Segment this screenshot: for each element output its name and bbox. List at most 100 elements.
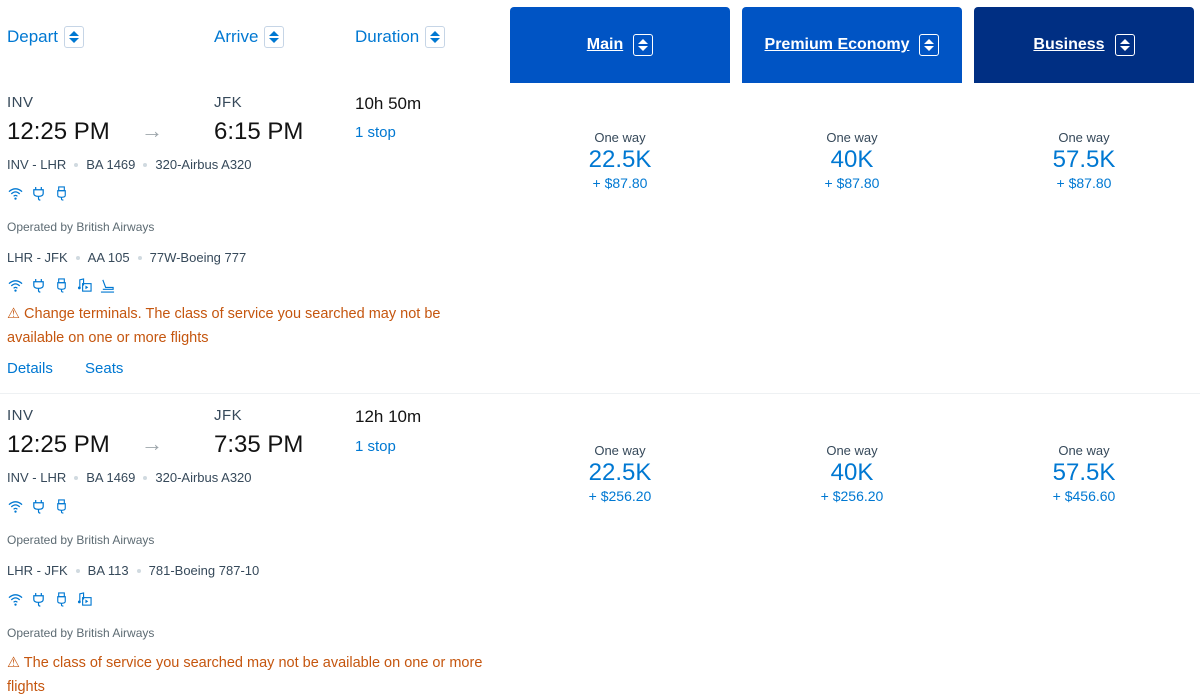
fare-business[interactable]: One way 57.5K + $87.80 (974, 130, 1194, 191)
sort-toggle-icon[interactable] (1114, 34, 1135, 56)
duration: 12h 10m (355, 407, 422, 426)
segment-flight-number: BA 1469 (86, 470, 136, 485)
cabin-business-label: Business (1033, 36, 1105, 53)
entertainment-icon (77, 278, 92, 293)
arrive-time: 7:35 PM (214, 431, 304, 458)
amenities (8, 186, 69, 201)
fare-tax: + $87.80 (592, 175, 648, 191)
sort-toggle-icon[interactable] (264, 26, 285, 48)
warning-message: ⚠ The class of service you searched may … (7, 651, 507, 699)
fare-business[interactable]: One way 57.5K + $456.60 (974, 443, 1194, 504)
fare-tax: + $256.20 (820, 488, 884, 504)
wifi-icon (8, 592, 23, 607)
warning-text: Change terminals. The class of service y… (7, 306, 441, 346)
segment-aircraft: 77W-Boeing 777 (149, 250, 247, 265)
cabin-header-business[interactable]: Business (974, 7, 1194, 83)
fare-main[interactable]: One way 22.5K + $256.20 (510, 443, 730, 504)
fare-miles: 40K (830, 146, 874, 173)
stops-link[interactable]: 1 stop (355, 438, 396, 455)
fare-tax: + $87.80 (1056, 175, 1112, 191)
seats-link[interactable]: Seats (85, 360, 123, 377)
sort-depart-label: Depart (7, 27, 59, 46)
fare-label: One way (826, 443, 878, 458)
segment-aircraft: 781-Boeing 787-10 (148, 563, 260, 578)
depart-time: 12:25 PM (7, 118, 110, 145)
fare-tax: + $456.60 (1052, 488, 1116, 504)
power-outlet-icon (31, 592, 46, 607)
fare-tax: + $87.80 (824, 175, 880, 191)
fare-main[interactable]: One way 22.5K + $87.80 (510, 130, 730, 191)
fare-premium-economy[interactable]: One way 40K + $87.80 (742, 130, 962, 191)
warning-triangle-icon: ⚠ (7, 655, 20, 671)
sort-toggle-icon[interactable] (633, 34, 654, 56)
sort-duration-label: Duration (355, 27, 420, 46)
entertainment-icon (77, 592, 92, 607)
origin-code: INV (7, 94, 34, 111)
fare-miles: 57.5K (1052, 146, 1116, 173)
segment-flight-number: BA 113 (87, 563, 129, 578)
usb-icon (54, 592, 69, 607)
fare-miles: 22.5K (588, 146, 652, 173)
fare-label: One way (1058, 443, 1110, 458)
usb-icon (54, 186, 69, 201)
fare-miles: 57.5K (1052, 459, 1116, 486)
sort-toggle-icon[interactable] (64, 26, 85, 48)
power-outlet-icon (31, 186, 46, 201)
cabin-premium-economy-label: Premium Economy (764, 36, 910, 53)
sort-arrive[interactable]: Arrive (214, 26, 285, 48)
warning-triangle-icon: ⚠ (7, 306, 20, 322)
origin-code: INV (7, 407, 34, 424)
amenities (8, 278, 115, 293)
fare-premium-economy[interactable]: One way 40K + $256.20 (742, 443, 962, 504)
operated-by: Operated by British Airways (7, 626, 155, 640)
cabin-main-label: Main (586, 36, 624, 53)
fare-label: One way (1058, 130, 1110, 145)
separator-dot (74, 162, 79, 167)
wifi-icon (8, 278, 23, 293)
segment-route: INV - LHR (7, 157, 67, 172)
power-outlet-icon (31, 278, 46, 293)
sort-toggle-icon[interactable] (425, 26, 446, 48)
fare-label: One way (594, 443, 646, 458)
segment-route: INV - LHR (7, 470, 67, 485)
segment-route: LHR - JFK (7, 563, 68, 578)
details-link[interactable]: Details (7, 360, 53, 377)
segment-flight-number: BA 1469 (86, 157, 136, 172)
stops-link[interactable]: 1 stop (355, 124, 396, 141)
sort-arrive-label: Arrive (214, 27, 259, 46)
wifi-icon (8, 186, 23, 201)
segment-info: INV - LHR BA 1469 320-Airbus A320 (7, 157, 252, 172)
warning-message: ⚠ Change terminals. The class of service… (7, 302, 477, 350)
fare-miles: 22.5K (588, 459, 652, 486)
row-divider (0, 393, 1200, 394)
sort-duration[interactable]: Duration (355, 26, 446, 48)
segment-info: LHR - JFK AA 105 77W-Boeing 777 (7, 250, 246, 265)
separator-dot (75, 255, 80, 260)
destination-code: JFK (214, 94, 243, 111)
separator-dot (74, 475, 79, 480)
sort-toggle-icon[interactable] (919, 34, 940, 56)
usb-icon (54, 278, 69, 293)
cabin-header-main[interactable]: Main (510, 7, 730, 83)
sort-depart[interactable]: Depart (7, 26, 85, 48)
cabin-header-premium-economy[interactable]: Premium Economy (742, 7, 962, 83)
separator-dot (137, 255, 142, 260)
arrive-time: 6:15 PM (214, 118, 304, 145)
segment-aircraft: 320-Airbus A320 (155, 470, 252, 485)
fare-label: One way (826, 130, 878, 145)
wifi-icon (8, 499, 23, 514)
fare-tax: + $256.20 (588, 488, 652, 504)
separator-dot (143, 162, 148, 167)
fare-miles: 40K (830, 459, 874, 486)
destination-code: JFK (214, 407, 243, 424)
duration: 10h 50m (355, 94, 422, 113)
lie-flat-seat-icon (100, 278, 115, 293)
segment-route: LHR - JFK (7, 250, 68, 265)
segment-info: INV - LHR BA 1469 320-Airbus A320 (7, 470, 252, 485)
amenities (8, 592, 92, 607)
separator-dot (143, 475, 148, 480)
separator-dot (136, 568, 141, 573)
operated-by: Operated by British Airways (7, 533, 155, 547)
amenities (8, 499, 69, 514)
segment-info: LHR - JFK BA 113 781-Boeing 787-10 (7, 563, 259, 578)
